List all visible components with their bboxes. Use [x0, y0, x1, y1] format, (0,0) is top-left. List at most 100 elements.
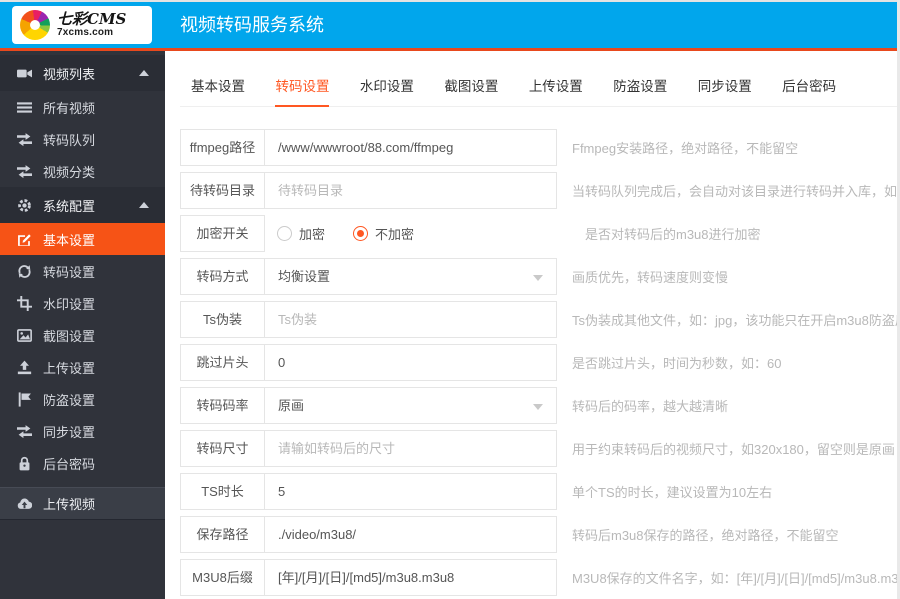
cloud-upload-icon: [17, 496, 32, 511]
field-help: Ffmpeg安装路径，绝对路径，不能留空: [572, 141, 799, 156]
form-row-size: 转码尺寸 请输如转码后的尺寸 用于约束转码后的视频尺寸，如320x180，留空则…: [180, 430, 900, 467]
form-row-m3u8-suffix: M3U8后缀 [年]/[月]/[日]/[md5]/m3u8.m3u8 M3U8保…: [180, 559, 900, 596]
form-row-encrypt-switch: 加密开关 加密 不加密 是否对转码后的m3u8进行加密: [180, 215, 900, 252]
field-label: 保存路径: [180, 516, 265, 553]
sync-icon: [17, 424, 32, 439]
upload-icon: [17, 360, 32, 375]
loop-icon: [17, 264, 32, 279]
skip-intro-input[interactable]: 0: [264, 344, 557, 381]
brand-name: 七彩CMS: [57, 9, 127, 28]
flag-icon: [17, 391, 32, 407]
field-help: 是否对转码后的m3u8进行加密: [585, 227, 761, 242]
field-help: 画质优先，转码速度则变慢: [572, 270, 729, 285]
form-row-pending-dir: 待转码目录 待转码目录 当转码队列完成后，会自动对该目录进行转码并入库，如：E:…: [180, 172, 900, 209]
field-label: ffmpeg路径: [180, 129, 265, 166]
brand-domain: 7xcms.com: [57, 26, 114, 38]
ffmpeg-path-input[interactable]: /www/wwwroot/88.com/ffmpeg: [264, 129, 557, 166]
form-row-skip-intro: 跳过片头 0 是否跳过片头，时间为秒数，如：60: [180, 344, 900, 381]
field-label: TS时长: [180, 473, 265, 510]
tab-transcode-settings[interactable]: 转码设置: [275, 75, 330, 107]
form-row-ffmpeg-path: ffmpeg路径 /www/wwwroot/88.com/ffmpeg Ffmp…: [180, 129, 900, 166]
sidebar-item-basic-settings[interactable]: 基本设置: [0, 223, 165, 255]
transcode-mode-select[interactable]: 均衡设置: [264, 258, 557, 295]
field-help: 用于约束转码后的视频尺寸，如320x180，留空则是原画: [572, 442, 895, 457]
rainbow-pie-logo-icon: [20, 10, 50, 40]
video-list-icon: [17, 100, 32, 115]
exchange-icon: [17, 132, 32, 147]
sidebar-item-upload-video[interactable]: 上传视频: [0, 487, 165, 520]
field-label: M3U8后缀: [180, 559, 265, 596]
main-content: 基本设置 转码设置 水印设置 截图设置 上传设置 防盗设置 同步设置 后台密码 …: [165, 51, 900, 599]
sidebar-item-screenshot-settings[interactable]: 截图设置: [0, 319, 165, 351]
sidebar-nav: 视频列表 所有视频 转码队列 视频分类 系统配置 基本设置 转码设置 水印设置 …: [0, 51, 165, 599]
sidebar-item-video-categories[interactable]: 视频分类: [0, 155, 165, 187]
tab-upload-settings[interactable]: 上传设置: [529, 75, 583, 105]
size-input[interactable]: 请输如转码后的尺寸: [264, 430, 557, 467]
radio-label[interactable]: 不加密: [375, 224, 414, 243]
brand-logo[interactable]: 七彩CMS 7xcms.com: [12, 6, 152, 44]
bitrate-select[interactable]: 原画: [264, 387, 557, 424]
field-label: 待转码目录: [180, 172, 265, 209]
radio-label[interactable]: 加密: [299, 224, 325, 243]
field-label: 转码码率: [180, 387, 265, 424]
window-top-edge: [0, 0, 900, 2]
ts-duration-input[interactable]: 5: [264, 473, 557, 510]
app-window: 七彩CMS 7xcms.com 视频转码服务系统 视频列表 所有视频 转码队列 …: [0, 0, 900, 599]
tab-sync-settings[interactable]: 同步设置: [698, 75, 752, 105]
m3u8-suffix-input[interactable]: [年]/[月]/[日]/[md5]/m3u8.m3u8: [264, 559, 557, 596]
form-row-transcode-mode: 转码方式 均衡设置 画质优先，转码速度则变慢: [180, 258, 900, 295]
form-row-ts-duration: TS时长 5 单个TS的时长，建议设置为10左右: [180, 473, 900, 510]
settings-tabbar: 基本设置 转码设置 水印设置 截图设置 上传设置 防盗设置 同步设置 后台密码: [180, 75, 900, 107]
field-help: Ts伪装成其他文件，如：jpg，该功能只在开启m3u8防盗后有效: [572, 313, 900, 328]
field-label: 转码尺寸: [180, 430, 265, 467]
field-help: 转码后m3u8保存的路径，绝对路径，不能留空: [572, 528, 839, 543]
field-label: 转码方式: [180, 258, 265, 295]
field-help: 转码后的码率，越大越清晰: [572, 399, 729, 414]
sidebar-item-transcode-queue[interactable]: 转码队列: [0, 123, 165, 155]
image-icon: [17, 328, 32, 343]
save-path-input[interactable]: ./video/m3u8/: [264, 516, 557, 553]
ts-disguise-input[interactable]: Ts伪装: [264, 301, 557, 338]
sidebar-group-system-config[interactable]: 系统配置: [0, 187, 165, 223]
sidebar-item-antitheft-settings[interactable]: 防盗设置: [0, 383, 165, 415]
field-label: 跳过片头: [180, 344, 265, 381]
encrypt-radio-group: 加密 不加密: [277, 224, 570, 243]
sidebar-item-upload-settings[interactable]: 上传设置: [0, 351, 165, 383]
exchange-icon: [17, 164, 32, 179]
sidebar-item-admin-password[interactable]: 后台密码: [0, 447, 165, 479]
chevron-down-icon: [533, 404, 543, 410]
form-row-save-path: 保存路径 ./video/m3u8/ 转码后m3u8保存的路径，绝对路径，不能留…: [180, 516, 900, 553]
sidebar-item-all-videos[interactable]: 所有视频: [0, 91, 165, 123]
form-row-bitrate: 转码码率 原画 转码后的码率，越大越清晰: [180, 387, 900, 424]
field-label: Ts伪装: [180, 301, 265, 338]
app-header: 七彩CMS 7xcms.com 视频转码服务系统: [0, 2, 900, 48]
sidebar-group-video-list[interactable]: 视频列表: [0, 55, 165, 91]
collapse-arrow-icon: [139, 70, 149, 76]
field-help: 单个TS的时长，建议设置为10左右: [572, 485, 773, 500]
transcode-settings-form: ffmpeg路径 /www/wwwroot/88.com/ffmpeg Ffmp…: [180, 129, 900, 599]
lock-icon: [17, 456, 32, 471]
video-camera-icon: [17, 66, 32, 81]
sidebar-item-transcode-settings[interactable]: 转码设置: [0, 255, 165, 287]
field-help: 当转码队列完成后，会自动对该目录进行转码并入库，如：E:/video: [572, 184, 900, 199]
tab-basic-settings[interactable]: 基本设置: [191, 75, 245, 105]
field-help: 是否跳过片头，时间为秒数，如：60: [572, 356, 782, 371]
radio-no-encrypt[interactable]: [353, 226, 369, 241]
gear-icon: [17, 198, 32, 213]
field-label: 加密开关: [180, 215, 265, 252]
radio-encrypt[interactable]: [277, 226, 292, 241]
tab-admin-password[interactable]: 后台密码: [782, 75, 836, 105]
sidebar-item-watermark-settings[interactable]: 水印设置: [0, 287, 165, 319]
page-title: 视频转码服务系统: [180, 15, 324, 35]
field-help: M3U8保存的文件名字，如：[年]/[月]/[日]/[md5]/m3u8.m3u…: [572, 571, 900, 586]
tab-watermark-settings[interactable]: 水印设置: [360, 75, 414, 105]
pending-dir-input[interactable]: 待转码目录: [264, 172, 557, 209]
edit-icon: [17, 232, 32, 247]
crop-icon: [17, 295, 32, 311]
collapse-arrow-icon: [139, 202, 149, 208]
sidebar-item-sync-settings[interactable]: 同步设置: [0, 415, 165, 447]
chevron-down-icon: [533, 275, 543, 281]
tab-screenshot-settings[interactable]: 截图设置: [444, 75, 498, 105]
form-row-ts-disguise: Ts伪装 Ts伪装 Ts伪装成其他文件，如：jpg，该功能只在开启m3u8防盗后…: [180, 301, 900, 338]
tab-antitheft-settings[interactable]: 防盗设置: [613, 75, 667, 105]
